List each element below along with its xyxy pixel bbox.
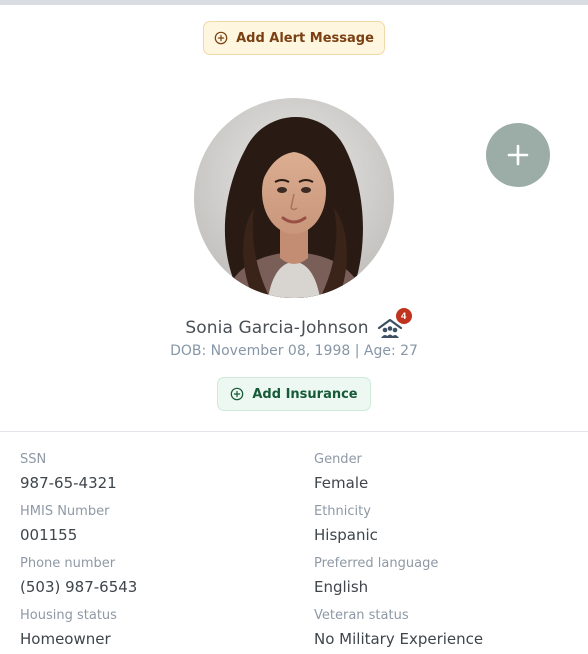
field-value: Female (314, 474, 369, 492)
field-label: Veteran status (314, 608, 409, 623)
section-divider (0, 431, 588, 432)
add-insurance-button[interactable]: Add Insurance (217, 377, 371, 411)
field-label: SSN (20, 452, 47, 467)
household-button[interactable]: 4 (377, 308, 412, 339)
add-fab-button[interactable] (486, 123, 550, 187)
add-alert-message-label: Add Alert Message (236, 30, 374, 46)
field-housing-status: Housing status Homeowner (20, 608, 280, 649)
plus-circle-icon (214, 31, 228, 45)
plus-icon (505, 142, 531, 168)
field-label: Gender (314, 452, 362, 467)
field-label: Housing status (20, 608, 117, 623)
field-ethnicity: Ethnicity Hispanic (314, 504, 574, 545)
field-value: Homeowner (20, 630, 111, 648)
field-value: 001155 (20, 526, 78, 544)
field-ssn: SSN 987-65-4321 (20, 452, 280, 493)
field-value: Hispanic (314, 526, 378, 544)
field-hmis-number: HMIS Number 001155 (20, 504, 280, 545)
field-label: Phone number (20, 556, 116, 571)
household-count-badge: 4 (395, 308, 412, 324)
profile-avatar (194, 98, 394, 298)
field-gender: Gender Female (314, 452, 574, 493)
plus-circle-icon (230, 387, 244, 401)
field-label: Preferred language (314, 556, 439, 571)
top-border (0, 0, 588, 5)
profile-name-row: Sonia Garcia-Johnson 4 (0, 308, 588, 341)
field-value: English (314, 578, 369, 596)
field-label: HMIS Number (20, 504, 110, 519)
profile-name: Sonia Garcia-Johnson (185, 318, 369, 338)
field-value: (503) 987-6543 (20, 578, 138, 596)
field-value: 987-65-4321 (20, 474, 117, 492)
field-veteran-status: Veteran status No Military Experience (314, 608, 574, 649)
add-alert-message-button[interactable]: Add Alert Message (203, 21, 385, 55)
field-phone-number: Phone number (503) 987-6543 (20, 556, 280, 597)
field-value: No Military Experience (314, 630, 484, 648)
field-preferred-language: Preferred language English (314, 556, 574, 597)
field-label: Ethnicity (314, 504, 371, 519)
dob-age-text: DOB: November 08, 1998 | Age: 27 (170, 343, 418, 359)
add-insurance-label: Add Insurance (252, 386, 358, 402)
